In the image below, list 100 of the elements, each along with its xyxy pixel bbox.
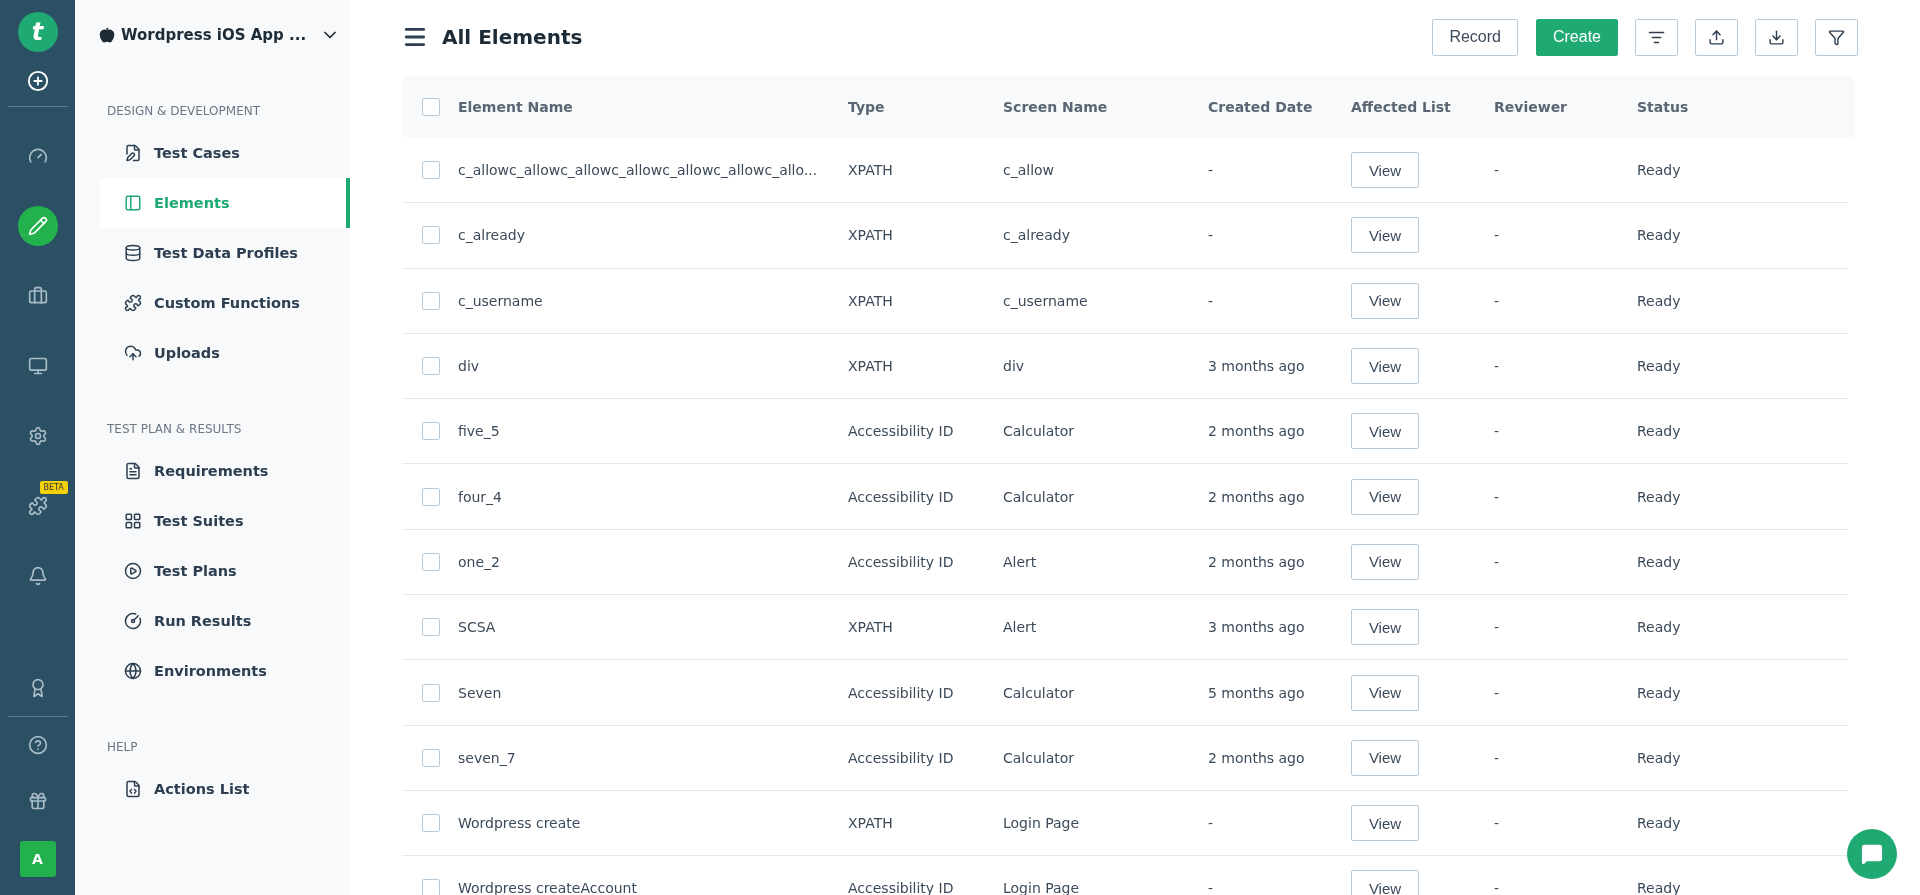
view-button[interactable]: View <box>1351 152 1419 189</box>
view-button[interactable]: View <box>1351 739 1419 776</box>
view-button[interactable]: View <box>1351 674 1419 711</box>
view-button[interactable]: View <box>1351 609 1419 646</box>
nav-item[interactable]: Environments <box>100 646 350 696</box>
table-cell-text: - <box>1494 684 1501 701</box>
filter-button[interactable] <box>1815 18 1858 56</box>
view-button[interactable]: View <box>1351 478 1419 515</box>
table-cell-text: 5 months ago <box>1208 684 1306 701</box>
table-cell-text: XPATH <box>848 619 894 636</box>
chat-icon <box>1861 843 1883 865</box>
nav-item[interactable]: Test Plans <box>100 546 350 596</box>
section-heading: HELP <box>106 740 139 754</box>
row-checkbox[interactable] <box>422 357 440 376</box>
table-cell-text: - <box>1494 423 1501 440</box>
table-cell-text: c_already <box>1003 227 1071 244</box>
view-button[interactable]: View <box>1351 282 1419 319</box>
download-icon <box>1768 28 1785 46</box>
database-icon <box>124 244 142 262</box>
gauge-icon <box>124 612 142 630</box>
upload-button[interactable] <box>1695 18 1738 56</box>
row-checkbox[interactable] <box>422 161 440 180</box>
table-cell-text: c_allow <box>1003 162 1056 179</box>
table-cell-text: - <box>1494 619 1501 636</box>
row-checkbox[interactable] <box>422 422 440 441</box>
globe-icon <box>124 662 142 680</box>
table-cell-text: 2 months ago <box>1208 488 1306 505</box>
table-cell-text: - <box>1494 358 1501 375</box>
table-cell-text: - <box>1208 815 1215 832</box>
table-cell-text: - <box>1208 880 1215 895</box>
project-selector[interactable]: Wordpress iOS App ... <box>75 22 350 48</box>
table-cell-text: seven_7 <box>458 749 517 766</box>
table-cell-text: - <box>1494 292 1501 309</box>
table-cell-text: - <box>1208 292 1215 309</box>
table-cell-text: - <box>1494 553 1501 570</box>
table-cell-text: XPATH <box>848 292 894 309</box>
row-checkbox[interactable] <box>422 879 440 895</box>
row-checkbox[interactable] <box>422 814 440 833</box>
table-cell-text: XPATH <box>848 815 894 832</box>
table-cell-text: Calculator <box>1003 488 1076 505</box>
beta-badge: BETA <box>39 481 68 494</box>
upload-icon <box>1708 28 1725 46</box>
table-cell-text: div <box>1003 358 1026 375</box>
select-all-checkbox[interactable] <box>422 98 440 116</box>
column-header: Reviewer <box>1494 99 1569 115</box>
record-button[interactable]: Record <box>1432 18 1518 56</box>
nav-item[interactable]: Run Results <box>100 596 350 646</box>
table-cell-text: Seven <box>458 684 503 701</box>
row-checkbox[interactable] <box>422 552 440 571</box>
table-cell-text: Accessibility ID <box>848 488 955 505</box>
download-button[interactable] <box>1755 18 1798 56</box>
table-cell-text: Ready <box>1637 684 1682 701</box>
view-button[interactable]: View <box>1351 870 1419 895</box>
table-cell-text: Alert <box>1003 553 1038 570</box>
row-checkbox[interactable] <box>422 748 440 767</box>
row-checkbox[interactable] <box>422 683 440 702</box>
view-button[interactable]: View <box>1351 413 1419 450</box>
table-cell-text: Ready <box>1637 227 1682 244</box>
table-cell-text: Ready <box>1637 423 1682 440</box>
apple-icon <box>99 27 115 43</box>
view-button[interactable]: View <box>1351 217 1419 254</box>
table-cell-text: 3 months ago <box>1208 358 1306 375</box>
row-checkbox[interactable] <box>422 291 440 310</box>
chat-button[interactable] <box>1847 829 1897 879</box>
row-checkbox[interactable] <box>422 226 440 245</box>
document-icon <box>124 462 142 480</box>
add-icon[interactable] <box>26 70 49 92</box>
table-cell-text: Accessibility ID <box>848 553 955 570</box>
nav-item[interactable]: Uploads <box>100 328 350 378</box>
nav-item[interactable]: Test Data Profiles <box>100 228 350 278</box>
panel-icon <box>124 194 142 212</box>
table-cell-text: Accessibility ID <box>848 684 955 701</box>
nav-item[interactable]: Requirements <box>100 446 350 496</box>
section-heading: DESIGN & DEVELOPMENT <box>106 104 262 118</box>
row-checkbox[interactable] <box>422 618 440 637</box>
view-button[interactable]: View <box>1351 805 1419 842</box>
table-cell-text: Ready <box>1637 358 1682 375</box>
table-cell-text: - <box>1494 227 1501 244</box>
table-cell-text: - <box>1494 162 1501 179</box>
nav-item[interactable]: Custom Functions <box>100 278 350 328</box>
column-header: Screen Name <box>1003 99 1109 115</box>
table-cell-text: - <box>1494 488 1501 505</box>
table-cell-text: Calculator <box>1003 684 1076 701</box>
table-cell-text: - <box>1494 749 1501 766</box>
table-cell-text: Alert <box>1003 619 1038 636</box>
row-checkbox[interactable] <box>422 487 440 506</box>
table-cell-text: div <box>458 358 481 375</box>
table-cell-text: - <box>1494 880 1501 895</box>
table-cell-text: - <box>1208 227 1215 244</box>
nav-item[interactable]: Test Suites <box>100 496 350 546</box>
table-cell-text: SCSA <box>458 619 497 636</box>
puzzle-icon <box>124 294 142 312</box>
table-cell-text: Ready <box>1637 553 1682 570</box>
nav-item[interactable]: Test Cases <box>100 128 350 178</box>
pencil-icon[interactable] <box>17 206 58 246</box>
page-title: All Elements <box>442 25 584 49</box>
view-button[interactable]: View <box>1351 543 1419 580</box>
view-button[interactable]: View <box>1351 348 1419 385</box>
nav-item[interactable]: Actions List <box>100 764 350 814</box>
table-cell-text: 2 months ago <box>1208 553 1306 570</box>
